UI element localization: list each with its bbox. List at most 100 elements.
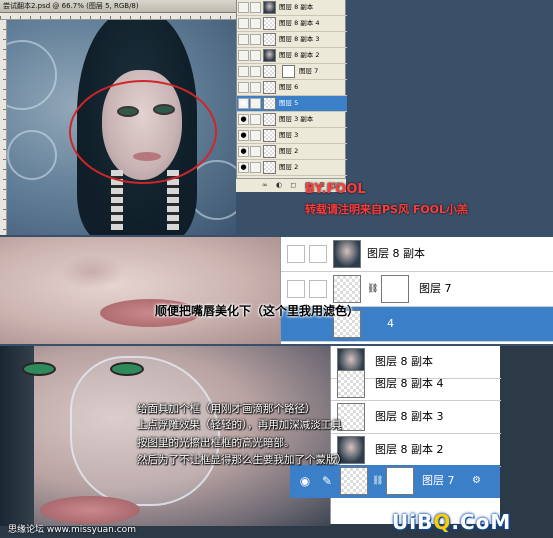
lips-photo (0, 237, 283, 344)
visibility-box[interactable] (238, 50, 249, 61)
layer-row[interactable]: 图层 6 (237, 80, 347, 96)
section-photoshop-window: 尝试翻本2.psd @ 66.7% (图层 5, RGB/8) 图层 8 副本 (0, 0, 553, 235)
layer-row[interactable]: 图层 8 副本 3 (331, 401, 501, 434)
layer-name: 图层 7 (422, 474, 455, 487)
logo-q: Q (433, 510, 452, 534)
layer-thumbnail (263, 65, 276, 78)
step-caption-line: 给面具加个框（用刚才画滴那个路径） (137, 403, 316, 415)
layer-row[interactable]: 图层 8 副本 4 (237, 16, 347, 32)
layer-row[interactable]: 图层 8 副本 2 (237, 48, 347, 64)
layer-thumbnail (263, 145, 276, 158)
layer-name: 图层 8 副本 4 (279, 19, 320, 27)
site-credit: 思缘论坛 www.missyuan.com (8, 525, 136, 535)
layer-row[interactable]: ● 图层 2 (237, 160, 347, 176)
layer-thumbnail (333, 275, 361, 303)
visibility-box[interactable] (238, 82, 249, 93)
visibility-box[interactable] (287, 245, 305, 263)
layer-row[interactable]: 图层 8 副本 3 (237, 32, 347, 48)
eye-icon[interactable]: ● (238, 130, 249, 141)
visibility-box[interactable] (238, 2, 249, 13)
layer-effects-icon[interactable]: ⚙ (472, 465, 481, 497)
visibility-box[interactable] (238, 18, 249, 29)
eye-icon[interactable]: ● (238, 114, 249, 125)
layer-name: 图层 8 副本 3 (375, 410, 444, 423)
document-titlebar[interactable]: 尝试翻本2.psd @ 66.7% (图层 5, RGB/8) (0, 0, 236, 13)
layer-row[interactable]: ● 图层 3 (237, 128, 347, 144)
watermark-title: BY.FOOL (305, 182, 366, 197)
layer-thumbnail (340, 467, 368, 495)
layer-row[interactable]: ● 图层 2 (237, 144, 347, 160)
portrait-lips (40, 496, 140, 524)
floral-ornament (7, 130, 57, 180)
layer-name: 图层 2 (279, 147, 299, 155)
floral-ornament (7, 40, 57, 110)
link-box[interactable] (250, 18, 261, 29)
eye-icon[interactable]: ● (238, 146, 249, 157)
link-box[interactable] (309, 245, 327, 263)
visibility-box[interactable] (238, 66, 249, 77)
layer-name: 图层 7 (419, 282, 452, 295)
layer-row[interactable]: 图层 8 副本 (281, 237, 553, 272)
link-box[interactable] (250, 114, 261, 125)
step-caption-line: 然后为了不让框显得那么生要我加了个蒙版） (137, 454, 347, 466)
layer-row-selected[interactable]: ◉ ✎ ⛓ 图层 7 ⚙ (290, 465, 500, 498)
link-box[interactable] (250, 82, 261, 93)
document-canvas[interactable] (7, 20, 236, 235)
layer-mask-thumbnail (386, 467, 414, 495)
layer-name: 4 (387, 317, 394, 330)
eye-icon[interactable]: ◉ (296, 472, 314, 490)
layer-name: 图层 8 副本 4 (375, 377, 444, 390)
brush-icon[interactable] (250, 98, 261, 109)
brush-icon[interactable]: ✎ (318, 472, 336, 490)
link-box[interactable] (250, 146, 261, 157)
layer-row-selected[interactable]: ● 图层 5 (237, 96, 347, 112)
layer-thumbnail (333, 240, 361, 268)
eye-icon[interactable]: ● (238, 98, 249, 109)
link-box[interactable] (309, 280, 327, 298)
link-box[interactable] (250, 2, 261, 13)
layer-name: 图层 6 (279, 83, 299, 91)
layer-thumbnail (263, 129, 276, 142)
portrait-eye-right (112, 364, 142, 374)
layer-name: 图层 5 (279, 99, 299, 107)
link-box[interactable] (250, 66, 261, 77)
ruler-horizontal (0, 13, 236, 20)
chain-link-icon: ⛓ (372, 476, 384, 486)
site-logo: UiBQ.CoM (392, 510, 511, 534)
ruler-vertical (0, 20, 7, 235)
link-box[interactable] (250, 162, 261, 173)
watermark-note: 转载请注明来自PS风 FOOL小羔 (305, 203, 469, 216)
layer-name: 图层 8 副本 (367, 247, 425, 260)
layer-name: 图层 7 (299, 67, 319, 75)
layer-row[interactable]: 图层 8 副本 (237, 0, 347, 16)
link-box[interactable] (250, 34, 261, 45)
layer-thumbnail (263, 33, 276, 46)
portrait-hair (0, 346, 34, 526)
visibility-box[interactable] (238, 34, 249, 45)
chain-link-icon: ⛓ (367, 284, 379, 294)
annotation-ellipse (69, 80, 217, 184)
layer-thumbnail (263, 49, 276, 62)
layer-name: 图层 8 副本 2 (279, 51, 320, 59)
layer-thumbnail (263, 1, 276, 14)
logo-suffix: .CoM (451, 510, 512, 534)
layer-row[interactable]: 图层 7 (237, 64, 347, 80)
portrait-eye-left (24, 364, 54, 374)
layer-name: 图层 2 (279, 163, 299, 171)
layer-row[interactable]: 图层 8 副本 4 (331, 368, 501, 401)
visibility-box[interactable] (287, 280, 305, 298)
layer-thumbnail (337, 370, 365, 398)
layer-thumbnail (263, 161, 276, 174)
link-box[interactable] (250, 50, 261, 61)
logo-prefix: UiB (392, 510, 434, 534)
layer-row[interactable]: 图层 8 副本 2 (331, 434, 501, 467)
layer-name: 图层 8 副本 (279, 3, 314, 11)
layers-panel: 图层 8 副本 图层 8 副本 4 图层 8 副本 3 图层 8 副本 2 图层… (236, 0, 347, 192)
link-box[interactable] (250, 130, 261, 141)
layers-panel-zoomed: 图层 8 副本 ⛓ 图层 7 4 (280, 237, 553, 344)
step-caption-line: 上点浮雕效果（轻轻的），再用加深减淡工具 (137, 419, 342, 431)
section-lips-closeup: 图层 8 副本 ⛓ 图层 7 4 (0, 237, 553, 344)
layer-thumbnail (263, 81, 276, 94)
eye-icon[interactable]: ● (238, 162, 249, 173)
layer-row[interactable]: ● 图层 3 副本 (237, 112, 347, 128)
